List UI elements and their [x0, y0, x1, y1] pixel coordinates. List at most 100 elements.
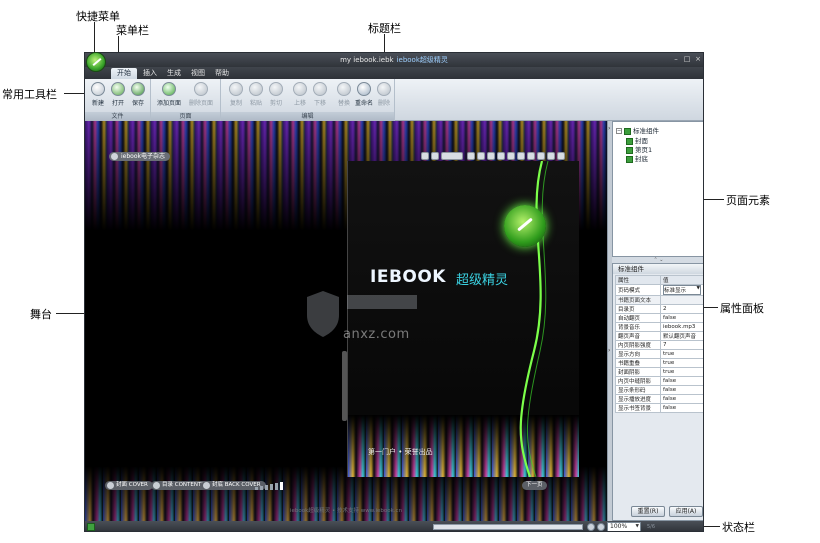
property-row[interactable]: 内页阴影强度 7: [615, 340, 703, 350]
replace-button[interactable]: 替换: [333, 82, 355, 107]
property-row[interactable]: 书籍重叠 true: [615, 358, 703, 368]
paste-button-label: 粘贴: [249, 100, 262, 107]
maximize-button[interactable]: □: [682, 55, 692, 64]
collapse-icon[interactable]: −: [616, 128, 622, 134]
book-logo-text: IEBOOK: [370, 267, 446, 287]
open-button[interactable]: 打开: [107, 82, 129, 107]
property-value[interactable]: true: [660, 358, 703, 368]
play-icon[interactable]: [467, 152, 475, 160]
zoom-icon[interactable]: [421, 152, 429, 160]
close-icon[interactable]: [557, 152, 565, 160]
menu-help[interactable]: 帮助: [209, 68, 235, 79]
page-turn-handle[interactable]: [342, 351, 347, 421]
tree-node-root[interactable]: − 标准组件: [616, 125, 659, 135]
property-value[interactable]: 默认翻页声音: [660, 331, 703, 341]
property-row[interactable]: 背景音乐 iebook.mp3: [615, 322, 703, 332]
minimize-icon[interactable]: [547, 152, 555, 160]
menu-start[interactable]: 开始: [111, 68, 137, 79]
property-key: 页码模式: [615, 284, 661, 296]
apply-button[interactable]: 应用(A): [669, 506, 703, 517]
property-row[interactable]: 内页中缝阴影 false: [615, 376, 703, 386]
fit-icon[interactable]: [431, 152, 439, 160]
property-row[interactable]: 自动翻页 false: [615, 313, 703, 323]
search-icon[interactable]: [517, 152, 525, 160]
property-value[interactable]: true: [660, 367, 703, 377]
nav-cover-button[interactable]: 封面 COVER: [105, 481, 153, 490]
quick-menu-orb-button[interactable]: [86, 52, 106, 72]
save-button[interactable]: 保存: [127, 82, 149, 107]
next-page-button[interactable]: 下一页: [522, 481, 547, 490]
annotation-page-elements: 页面元素: [726, 194, 770, 207]
property-row[interactable]: 显示方向 true: [615, 349, 703, 359]
zoom-out-icon[interactable]: [587, 523, 595, 531]
property-value[interactable]: false: [660, 403, 703, 413]
rename-icon: [357, 82, 371, 96]
property-key: 书籍页面文本: [615, 295, 661, 305]
volume-icon[interactable]: [255, 482, 295, 490]
menu-insert[interactable]: 插入: [137, 68, 163, 79]
window-title-app: iebook超级精灵: [396, 56, 448, 64]
annotation-menu-bar: 菜单栏: [116, 24, 149, 37]
close-button[interactable]: ×: [693, 55, 703, 64]
save-icon: [131, 82, 145, 96]
property-row[interactable]: 封面阴影 true: [615, 367, 703, 377]
cut-button[interactable]: 剪切: [265, 82, 287, 107]
rename-button[interactable]: 重命名: [353, 82, 375, 107]
property-value[interactable]: 标准显示: [660, 284, 703, 296]
property-row[interactable]: 页码模式 标准显示: [615, 284, 703, 296]
property-key: 显示播放进度: [615, 394, 661, 404]
property-row[interactable]: 显示书签背景 false: [615, 403, 703, 413]
property-value[interactable]: false: [660, 385, 703, 395]
reset-button[interactable]: 重置(R): [631, 506, 665, 517]
mail-icon[interactable]: [497, 152, 505, 160]
menu-view[interactable]: 视图: [185, 68, 211, 79]
title-bar: my iebook.iebk iebook超级精灵 – □ ×: [85, 53, 703, 67]
paste-button[interactable]: 粘贴: [245, 82, 267, 107]
paste-icon: [249, 82, 263, 96]
property-row[interactable]: 目录页 2: [615, 304, 703, 314]
property-value[interactable]: false: [660, 394, 703, 404]
music-icon[interactable]: [477, 152, 485, 160]
copy-button[interactable]: 复制: [225, 82, 247, 107]
property-value[interactable]: true: [660, 349, 703, 359]
status-page-number: 5/6: [647, 524, 656, 530]
property-key: 自动翻页: [615, 313, 661, 323]
rename-button-label: 重命名: [354, 100, 373, 107]
property-section-row: 书籍页面文本: [615, 295, 703, 305]
help-icon[interactable]: [527, 152, 535, 160]
delete-button[interactable]: 删除: [373, 82, 395, 107]
property-row[interactable]: 显示播放进度 false: [615, 394, 703, 404]
fullscreen-icon[interactable]: [537, 152, 545, 160]
tree-node-root-label: 标准组件: [633, 127, 659, 135]
property-column-header: 属性: [615, 275, 661, 285]
property-value[interactable]: iebook.mp3: [660, 322, 703, 332]
new-button[interactable]: 新建: [87, 82, 109, 107]
move-up-button[interactable]: 上移: [289, 82, 311, 107]
tree-node-item[interactable]: 封底: [626, 153, 648, 163]
window-title-file: my iebook.iebk: [340, 56, 394, 64]
menu-bar: 开始 插入 生成 视图 帮助: [85, 67, 703, 79]
print-icon[interactable]: [487, 152, 495, 160]
add-page-button[interactable]: 添加页面: [155, 82, 183, 107]
property-row[interactable]: 显示条形码 false: [615, 385, 703, 395]
cut-icon: [269, 82, 283, 96]
delete-page-button[interactable]: 删除页面: [187, 82, 215, 107]
property-value[interactable]: false: [660, 376, 703, 386]
property-value-select[interactable]: 标准显示: [663, 285, 701, 295]
property-value[interactable]: 7: [660, 340, 703, 350]
page-slider[interactable]: [433, 524, 583, 530]
annotation-property-panel: 属性面板: [720, 302, 764, 315]
minimize-button[interactable]: –: [671, 55, 681, 64]
stage-canvas[interactable]: iebook电子杂志 IEBOOK 超级精灵 第一门户 • 荣誉出品 anxz.…: [85, 121, 607, 521]
bookmark-icon[interactable]: [507, 152, 515, 160]
zoom-in-icon[interactable]: [597, 523, 605, 531]
menu-generate[interactable]: 生成: [161, 68, 187, 79]
magazine-badge[interactable]: iebook电子杂志: [109, 152, 170, 161]
property-row[interactable]: 翻页声音 默认翻页声音: [615, 331, 703, 341]
move-down-button[interactable]: 下移: [309, 82, 331, 107]
zoom-select[interactable]: 100%: [607, 522, 641, 531]
ribbon-group-edit: 复制 粘贴 剪切 上移 下移 替换 重命名 删除 编辑: [221, 79, 395, 121]
property-value[interactable]: false: [660, 313, 703, 323]
slider-icon[interactable]: [441, 152, 463, 160]
property-value[interactable]: 2: [660, 304, 703, 314]
